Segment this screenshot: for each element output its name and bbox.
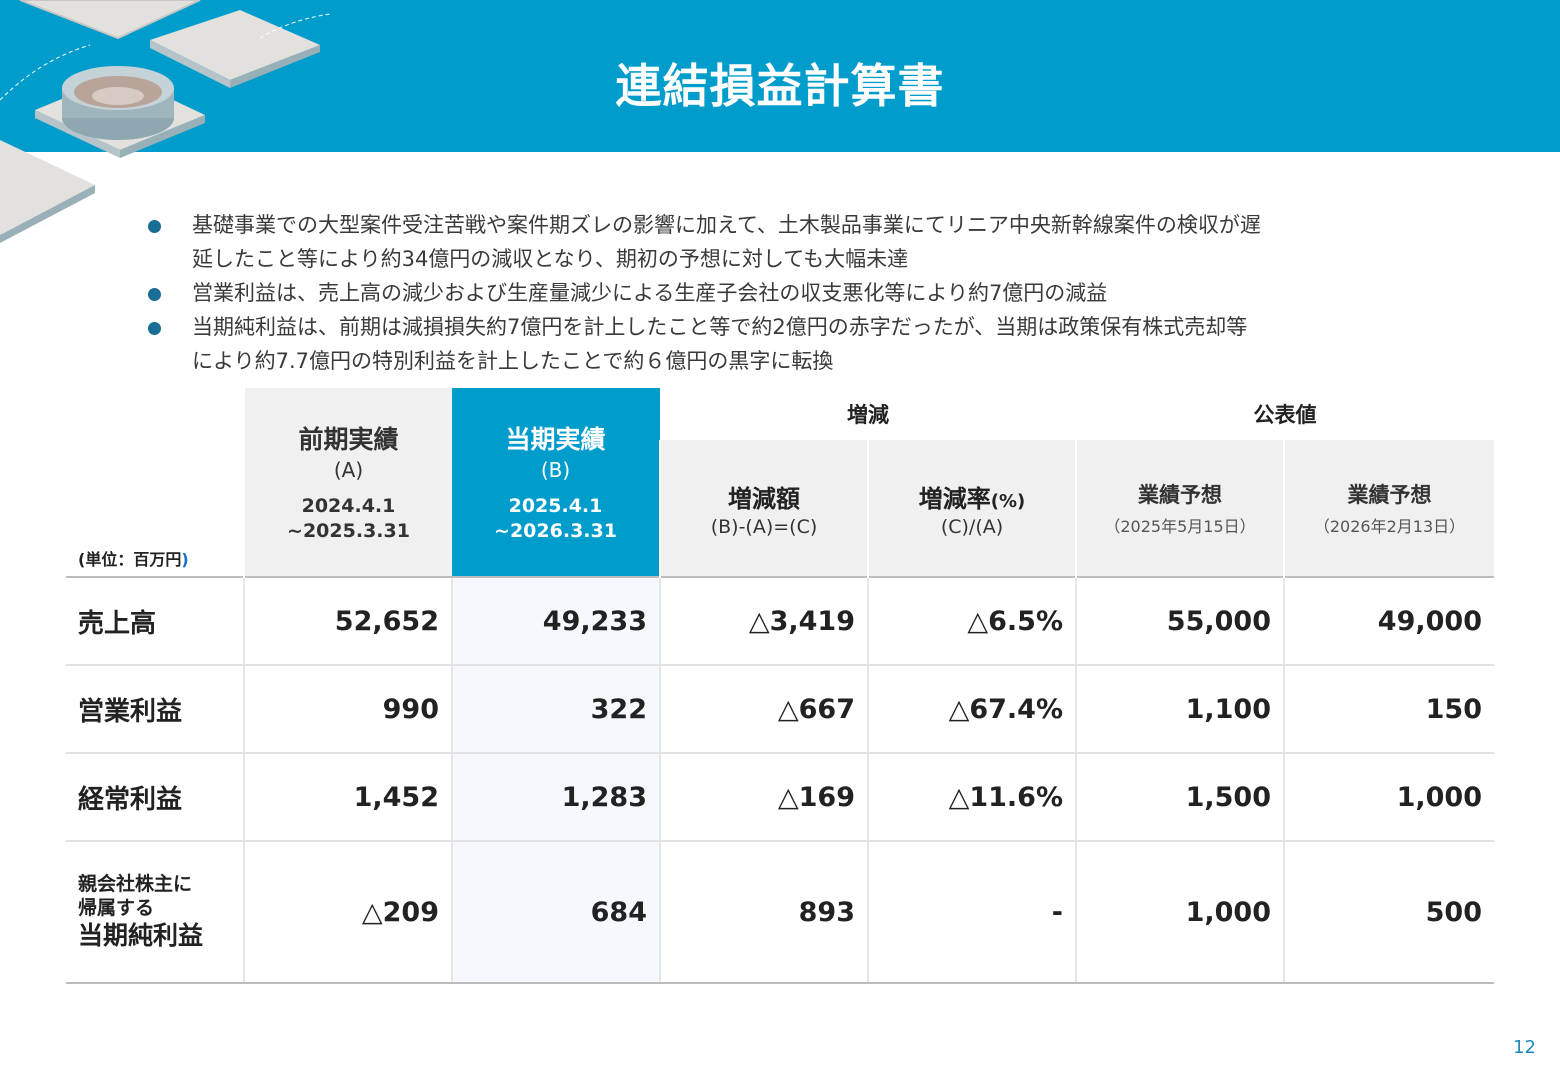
cell-change-rate: △6.5% <box>867 576 1076 666</box>
cell-forecast-feb: 49,000 <box>1283 576 1494 666</box>
bullet-dot-icon <box>148 288 161 301</box>
income-statement-table: (単位：百万円) 前期実績 (A) 2024.4.1 ~2025.3.31 当期… <box>66 388 1494 984</box>
cell-cur: 1,283 <box>451 753 660 842</box>
cell-forecast-feb: 1,000 <box>1283 753 1494 842</box>
bullet-dot-icon <box>148 220 161 233</box>
cell-change-amount: △169 <box>659 753 868 842</box>
table-row: 売上高 52,652 49,233 △3,419 △6.5% 55,000 49… <box>66 576 1494 666</box>
bullet-item: 営業利益は、売上高の減少および生産量減少による生産子会社の収支悪化等により約7億… <box>146 276 1436 310</box>
row-label: 親会社株主に 帰属する 当期純利益 <box>66 841 244 984</box>
cell-change-rate: - <box>867 841 1076 984</box>
cell-prev: 1,452 <box>243 753 452 842</box>
cell-forecast-may: 1,000 <box>1075 841 1284 984</box>
cell-change-amount: △3,419 <box>659 576 868 666</box>
page-number: 12 <box>1513 1037 1536 1058</box>
group-public-header: 公表値 <box>1253 403 1317 427</box>
cell-change-rate: △11.6% <box>867 753 1076 842</box>
cell-cur: 322 <box>451 665 660 754</box>
page-title: 連結損益計算書 <box>615 59 945 113</box>
summary-bullets: 基礎事業での大型案件受注苦戦や案件期ズレの影響に加えて、土木製品事業にてリニア中… <box>146 208 1436 378</box>
cell-forecast-may: 1,500 <box>1075 753 1284 842</box>
cell-change-amount: 893 <box>659 841 868 984</box>
cell-prev: △209 <box>243 841 452 984</box>
group-change-header: 増減 <box>847 403 889 427</box>
header-forecast-may: 業績予想 （2025年5月15日） <box>1075 440 1284 577</box>
table-row: 営業利益 990 322 △667 △67.4% 1,100 150 <box>66 665 1494 754</box>
header-cur-period: 当期実績 (B) 2025.4.1 ~2026.3.31 <box>452 388 660 577</box>
cell-change-amount: △667 <box>659 665 868 754</box>
header-change-rate: 増減率(%) (C)/(A) <box>867 440 1076 577</box>
cell-forecast-may: 1,100 <box>1075 665 1284 754</box>
table-row: 親会社株主に 帰属する 当期純利益 △209 684 893 - 1,000 5… <box>66 841 1494 984</box>
table-row: 経常利益 1,452 1,283 △169 △11.6% 1,500 1,000 <box>66 753 1494 842</box>
unit-label: (単位：百万円) <box>78 550 189 569</box>
row-label: 経常利益 <box>66 753 244 842</box>
cell-cur: 49,233 <box>451 576 660 666</box>
bullet-item: 基礎事業での大型案件受注苦戦や案件期ズレの影響に加えて、土木製品事業にてリニア中… <box>146 208 1436 276</box>
cell-forecast-may: 55,000 <box>1075 576 1284 666</box>
header-change-amount: 増減額 (B)-(A)=(C) <box>659 440 868 577</box>
row-label: 売上高 <box>66 576 244 666</box>
bullet-dot-icon <box>148 322 161 335</box>
cell-cur: 684 <box>451 841 660 984</box>
header-forecast-feb: 業績予想 （2026年2月13日） <box>1283 440 1494 577</box>
bullet-item: 当期純利益は、前期は減損損失約7億円を計上したこと等で約2億円の赤字だったが、当… <box>146 310 1436 378</box>
cell-prev: 990 <box>243 665 452 754</box>
cell-prev: 52,652 <box>243 576 452 666</box>
row-label: 営業利益 <box>66 665 244 754</box>
header-prev-period: 前期実績 (A) 2024.4.1 ~2025.3.31 <box>243 388 452 577</box>
cell-change-rate: △67.4% <box>867 665 1076 754</box>
cell-forecast-feb: 150 <box>1283 665 1494 754</box>
cell-forecast-feb: 500 <box>1283 841 1494 984</box>
